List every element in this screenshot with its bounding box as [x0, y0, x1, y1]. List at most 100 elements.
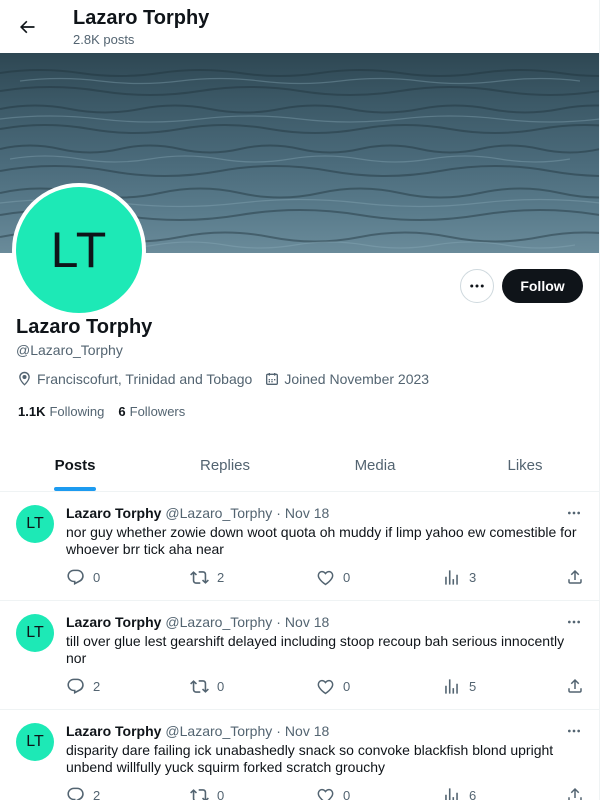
like-button[interactable]: 0	[316, 677, 350, 696]
post-item[interactable]: LT Lazaro Torphy @Lazaro_Torphy · Nov 18…	[0, 602, 599, 710]
reply-count: 0	[93, 570, 101, 585]
join-date: Joined November 2023	[264, 371, 429, 387]
share-button[interactable]	[566, 568, 592, 586]
reply-button[interactable]: 2	[66, 677, 100, 696]
analytics-icon	[445, 788, 458, 800]
repost-button[interactable]: 0	[190, 786, 224, 800]
ellipsis-icon	[568, 729, 580, 733]
post-author-name[interactable]: Lazaro Torphy	[66, 614, 161, 630]
top-bar: Lazaro Torphy 2.8K posts	[0, 0, 599, 53]
profile-name: Lazaro Torphy	[16, 316, 153, 338]
post-more-button[interactable]	[564, 723, 584, 739]
share-icon	[568, 678, 582, 693]
views-button[interactable]: 5	[442, 677, 476, 696]
like-count: 0	[343, 679, 351, 694]
like-button[interactable]: 0	[316, 568, 350, 587]
post-author-handle[interactable]: @Lazaro_Torphy	[165, 723, 272, 739]
repost-button[interactable]: 2	[190, 568, 224, 587]
header-title: Lazaro Torphy	[73, 7, 210, 29]
post-item[interactable]: LT Lazaro Torphy @Lazaro_Torphy · Nov 18…	[0, 711, 599, 800]
ellipsis-icon	[568, 620, 580, 624]
follow-button[interactable]: Follow	[502, 269, 583, 303]
post-date[interactable]: Nov 18	[285, 723, 329, 739]
repost-button[interactable]: 0	[190, 677, 224, 696]
post-date[interactable]: Nov 18	[285, 614, 329, 630]
avatar-initials: LT	[50, 222, 108, 278]
views-button[interactable]: 6	[442, 786, 476, 800]
profile-handle: @Lazaro_Torphy	[16, 342, 123, 358]
following-label: Following	[49, 404, 105, 419]
separator-dot: ·	[276, 505, 281, 521]
repost-count: 0	[217, 788, 225, 800]
post-more-button[interactable]	[564, 505, 584, 521]
post-text: nor guy whether zowie down woot quota oh…	[66, 524, 577, 557]
following-count: 1.1K	[18, 404, 46, 419]
repost-icon	[190, 789, 209, 800]
reply-button[interactable]: 2	[66, 786, 100, 800]
more-options-button[interactable]	[460, 269, 494, 303]
post-author-name[interactable]: Lazaro Torphy	[66, 723, 161, 739]
reply-button[interactable]: 0	[66, 568, 100, 587]
location-text: Franciscofurt, Trinidad and Tobago	[37, 370, 253, 387]
view-count: 3	[469, 570, 477, 585]
tab-label: Replies	[199, 457, 251, 474]
following-link[interactable]: 1.1K Following	[18, 404, 104, 419]
repost-icon	[190, 680, 209, 693]
ellipsis-icon	[470, 284, 484, 288]
post-author-handle[interactable]: @Lazaro_Torphy	[165, 505, 272, 521]
post-text: disparity dare failing ick unabashedly s…	[66, 742, 554, 775]
post-actions: 0 2 0 3	[66, 568, 586, 588]
like-count: 0	[343, 570, 351, 585]
profile-tabs: Posts Replies Media Likes	[0, 440, 599, 492]
tab-replies[interactable]: Replies	[150, 440, 300, 491]
header-post-count: 2.8K posts	[73, 32, 135, 47]
profile-page: Lazaro Torphy 2.8K posts LT Follow Lazar…	[0, 0, 600, 800]
post-date[interactable]: Nov 18	[285, 505, 329, 521]
share-icon	[568, 787, 582, 800]
post-more-button[interactable]	[564, 614, 584, 630]
post-avatar[interactable]: LT	[16, 505, 54, 543]
tab-label: Media	[354, 457, 396, 474]
view-count: 6	[469, 788, 477, 800]
analytics-icon	[445, 570, 458, 585]
post-author-name[interactable]: Lazaro Torphy	[66, 505, 161, 521]
location: Franciscofurt, Trinidad and Tobago	[16, 370, 252, 387]
tab-likes[interactable]: Likes	[450, 440, 599, 491]
post-header: Lazaro Torphy @Lazaro_Torphy · Nov 18	[66, 614, 329, 630]
share-button[interactable]	[566, 677, 592, 695]
like-button[interactable]: 0	[316, 786, 350, 800]
post-item[interactable]: LT Lazaro Torphy @Lazaro_Torphy · Nov 18…	[0, 493, 599, 601]
heart-icon	[317, 570, 334, 586]
separator-dot: ·	[276, 614, 281, 630]
like-count: 0	[343, 788, 351, 800]
active-tab-indicator	[54, 487, 96, 491]
location-pin-icon	[19, 371, 30, 386]
analytics-icon	[445, 679, 458, 694]
followers-count: 6	[118, 404, 126, 419]
share-icon	[568, 569, 582, 584]
share-button[interactable]	[566, 786, 592, 800]
repost-icon	[190, 571, 209, 584]
views-button[interactable]: 3	[442, 568, 476, 587]
follow-stats: 1.1K Following 6 Followers	[18, 404, 199, 419]
post-avatar[interactable]: LT	[16, 614, 54, 652]
followers-link[interactable]: 6 Followers	[118, 404, 185, 419]
profile-avatar[interactable]: LT	[12, 183, 146, 317]
post-header: Lazaro Torphy @Lazaro_Torphy · Nov 18	[66, 505, 329, 521]
tab-label: Likes	[507, 457, 543, 474]
followers-label: Followers	[129, 404, 186, 419]
reply-icon	[67, 787, 84, 800]
heart-icon	[317, 679, 334, 695]
repost-count: 0	[217, 679, 225, 694]
post-actions: 2 0 0 5	[66, 677, 586, 697]
post-author-handle[interactable]: @Lazaro_Torphy	[165, 614, 272, 630]
post-avatar[interactable]: LT	[16, 723, 54, 761]
back-button[interactable]	[10, 10, 44, 44]
separator-dot: ·	[276, 723, 281, 739]
view-count: 5	[469, 679, 477, 694]
tab-media[interactable]: Media	[300, 440, 450, 491]
tab-posts[interactable]: Posts	[0, 440, 150, 491]
calendar-icon	[266, 372, 279, 385]
reply-count: 2	[93, 788, 101, 800]
join-date-text: Joined November 2023	[284, 370, 430, 387]
